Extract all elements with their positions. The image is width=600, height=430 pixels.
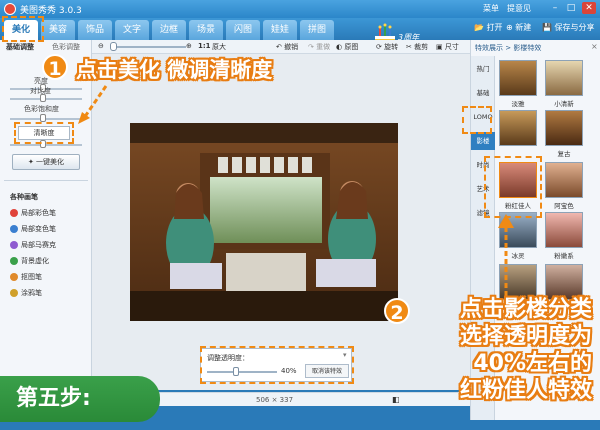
- save-share-button[interactable]: 💾 保存与分享: [542, 22, 595, 33]
- tab-text[interactable]: 文字: [115, 20, 149, 40]
- highlight-opacity-panel: [200, 346, 354, 384]
- saturation-slider[interactable]: [10, 118, 82, 120]
- zoom-slider[interactable]: [112, 46, 186, 48]
- rotate-button[interactable]: ⟳ 旋转: [376, 42, 398, 52]
- effect-label: 粉嫩系: [554, 252, 574, 260]
- feedback-link[interactable]: 提意见: [507, 3, 531, 14]
- step-2-line: 红粉佳人特效: [459, 378, 592, 403]
- zoom-in-icon[interactable]: ⊕: [186, 42, 192, 50]
- brush-background-blur[interactable]: 背景虚化: [10, 256, 49, 266]
- undo-button[interactable]: ↶ 撤销: [276, 42, 298, 52]
- tab-flash[interactable]: 闪图: [226, 20, 260, 40]
- effect-thumb[interactable]: [545, 60, 583, 96]
- crop-button[interactable]: ✂ 裁剪: [406, 42, 428, 52]
- step-2-line: 选择透明度为: [459, 324, 592, 349]
- effect-thumb[interactable]: [545, 264, 583, 300]
- new-button[interactable]: ⊕ 新建: [506, 22, 531, 33]
- step-1-badge: 1: [42, 54, 68, 80]
- effect-label: 复古: [557, 150, 571, 158]
- clarity-slider[interactable]: [10, 144, 82, 146]
- tab-facial[interactable]: 美容: [41, 20, 75, 40]
- effect-thumb[interactable]: [499, 110, 537, 146]
- effect-thumb[interactable]: [545, 110, 583, 146]
- minimize-button[interactable]: –: [548, 2, 562, 14]
- contrast-slider[interactable]: [10, 98, 82, 100]
- close-button[interactable]: ✕: [582, 2, 596, 14]
- zoom-ratio[interactable]: 1:1: [198, 42, 211, 50]
- effects-breadcrumb: 特效展示 > 影楼特效: [475, 44, 542, 52]
- cutout-icon: [10, 273, 18, 281]
- effect-label: 小清新: [554, 100, 574, 108]
- divider: [4, 180, 88, 181]
- category-studio[interactable]: 影楼: [471, 132, 495, 150]
- highlight-beautify-tab: [2, 16, 44, 42]
- redo-button[interactable]: ↷ 重做: [308, 42, 330, 52]
- step-2-instruction: 点击影楼分类 选择透明度为 40%左右的 红粉佳人特效: [392, 296, 592, 404]
- brush-local-recolor[interactable]: 局部变色笔: [10, 224, 56, 234]
- tab-doll[interactable]: 娃娃: [263, 20, 297, 40]
- effect-thumb[interactable]: [545, 212, 583, 248]
- app-logo-icon: [4, 3, 16, 15]
- step-1-instruction: 点击美化 微调清晰度: [76, 58, 273, 82]
- step-2-line: 点击影楼分类: [459, 297, 592, 322]
- tab-frame[interactable]: 边框: [152, 20, 186, 40]
- tab-color-adjust[interactable]: 色彩调整: [52, 42, 80, 52]
- magic-wand-icon: ✦: [27, 158, 37, 166]
- effect-thumb[interactable]: [499, 60, 537, 96]
- recolor-brush-icon: [10, 225, 18, 233]
- category-basic[interactable]: 基础: [471, 84, 495, 102]
- step-2-line: 40%左右的: [473, 351, 592, 376]
- brush-mosaic[interactable]: 局部马赛克: [10, 240, 56, 250]
- arrow-to-clarity-icon: [78, 85, 108, 124]
- mosaic-icon: [10, 241, 18, 249]
- tab-basic-adjust[interactable]: 基础调整: [6, 42, 34, 52]
- maximize-button[interactable]: □: [564, 2, 578, 14]
- tab-accessories[interactable]: 饰品: [78, 20, 112, 40]
- step-five-label: 第五步:: [0, 376, 160, 422]
- contrast-handle[interactable]: [40, 94, 46, 102]
- original-compare-button[interactable]: ◐ 原图: [336, 42, 358, 52]
- brush-cutout[interactable]: 抠图笔: [10, 272, 42, 282]
- arrow-to-effect-icon: [498, 214, 514, 304]
- brushes-title: 各种画笔: [10, 193, 38, 201]
- title-bar: 美图秀秀 3.0.3 菜单 提意见 – □ ✕: [0, 0, 600, 18]
- effect-label: 阿宝色: [554, 202, 574, 210]
- tab-scene[interactable]: 场景: [189, 20, 223, 40]
- highlight-studio-category: [462, 106, 492, 134]
- effect-label: 淡雅: [511, 100, 525, 108]
- zoom-out-icon[interactable]: ⊖: [98, 42, 104, 50]
- tab-collage[interactable]: 拼图: [300, 20, 334, 40]
- doodle-pen-icon: [10, 289, 18, 297]
- zoom-slider-handle[interactable]: [110, 42, 117, 51]
- saturation-handle[interactable]: [40, 114, 46, 122]
- saturation-label: 色彩饱和度: [24, 105, 59, 113]
- edited-photo[interactable]: [130, 123, 398, 321]
- effect-thumb[interactable]: [545, 162, 583, 198]
- original-size-button[interactable]: 原大: [212, 42, 226, 52]
- color-brush-icon: [10, 209, 18, 217]
- menu-link[interactable]: 菜单: [483, 3, 499, 14]
- open-button[interactable]: 📂 打开: [474, 22, 503, 33]
- close-icon[interactable]: ×: [591, 42, 598, 51]
- image-size: 506 × 337: [256, 396, 294, 404]
- resize-button[interactable]: ▣ 尺寸: [436, 42, 459, 52]
- highlight-pink-lady-effect: [484, 156, 542, 218]
- brush-doodle[interactable]: 涂鸦笔: [10, 288, 42, 298]
- window-title: 美图秀秀 3.0.3: [20, 6, 82, 16]
- highlight-clarity: [14, 122, 74, 144]
- category-hot[interactable]: 热门: [471, 60, 495, 78]
- blur-icon: [10, 257, 18, 265]
- brush-local-color[interactable]: 局部彩色笔: [10, 208, 56, 218]
- one-click-beautify-button[interactable]: ✦ 一键美化: [12, 154, 80, 170]
